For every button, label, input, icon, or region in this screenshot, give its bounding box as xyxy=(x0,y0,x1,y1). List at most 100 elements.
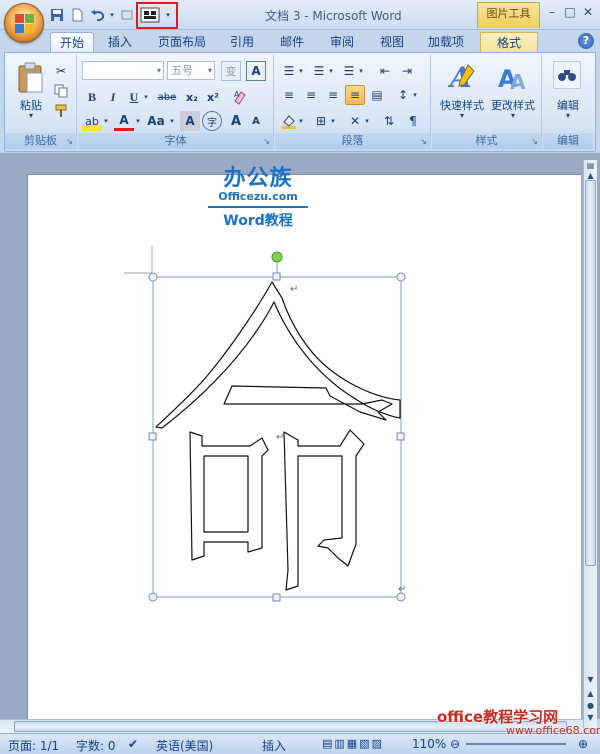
distributed-icon[interactable]: ▤ xyxy=(367,85,387,105)
ribbon: 粘贴 ▾ ✂ 剪贴板 ↘ ▾ 五号 ▾ 变 A B I U ▾ abe x₂ x… xyxy=(4,52,596,152)
paste-dropdown-icon[interactable]: ▾ xyxy=(11,111,51,120)
tab-format[interactable]: 格式 xyxy=(480,32,538,52)
bold-button[interactable]: B xyxy=(82,87,102,107)
multilevel-dropdown-icon[interactable]: ▾ xyxy=(357,61,365,81)
align-left-icon[interactable]: ≡ xyxy=(279,85,299,105)
previous-page-icon[interactable]: ▲ xyxy=(584,688,597,700)
vertical-scrollbar[interactable]: ▤ ▲ ▼ ▲ ● ▼ xyxy=(583,160,597,728)
highlight-dropdown-icon[interactable]: ▾ xyxy=(102,111,110,131)
font-color-button[interactable]: A xyxy=(114,111,134,131)
justify-icon[interactable]: ≡ xyxy=(345,85,365,105)
grow-font-button[interactable]: A xyxy=(226,111,246,131)
font-color-dropdown-icon[interactable]: ▾ xyxy=(134,111,142,131)
show-marks-icon[interactable]: ¶ xyxy=(403,111,423,131)
find-binoculars-icon[interactable] xyxy=(553,61,581,89)
zoom-out-icon[interactable]: ⊖ xyxy=(450,737,460,751)
enclose-characters-button[interactable]: 字 xyxy=(202,111,222,131)
undo-dropdown-icon[interactable]: ▾ xyxy=(108,6,116,24)
bullets-dropdown-icon[interactable]: ▾ xyxy=(297,61,305,81)
character-shading-button[interactable]: A xyxy=(180,111,200,131)
superscript-button[interactable]: x² xyxy=(203,87,223,107)
chinese-layout-dropdown-icon[interactable]: ▾ xyxy=(363,111,371,131)
tab-add-ins[interactable]: 加载项 xyxy=(420,32,472,52)
office-button[interactable] xyxy=(4,3,44,43)
page-count[interactable]: 页面: 1/1 xyxy=(8,737,59,754)
multilevel-list-icon[interactable]: ☰ xyxy=(339,61,359,81)
underline-dropdown-icon[interactable]: ▾ xyxy=(142,87,150,107)
shrink-font-button[interactable]: A xyxy=(246,111,266,131)
shading-icon[interactable] xyxy=(279,111,299,131)
tab-insert[interactable]: 插入 xyxy=(100,32,140,52)
save-icon[interactable] xyxy=(48,6,66,24)
change-case-button[interactable]: Aa xyxy=(144,111,168,131)
clear-format-icon[interactable]: A xyxy=(230,87,250,107)
word-count[interactable]: 字数: 0 xyxy=(76,737,116,754)
tab-view[interactable]: 视图 xyxy=(372,32,412,52)
help-icon[interactable]: ? xyxy=(578,33,594,49)
clipboard-launcher-icon[interactable]: ↘ xyxy=(66,137,73,146)
copy-icon[interactable] xyxy=(51,81,71,101)
change-case-dropdown-icon[interactable]: ▾ xyxy=(168,111,176,131)
italic-button[interactable]: I xyxy=(103,87,123,107)
paste-icon[interactable] xyxy=(17,61,45,95)
select-browse-object-icon[interactable]: ● xyxy=(584,700,597,712)
tab-review[interactable]: 审阅 xyxy=(322,32,362,52)
change-styles-dropdown-icon[interactable]: ▾ xyxy=(486,111,540,120)
next-page-icon[interactable]: ▼ xyxy=(584,712,597,724)
tab-home[interactable]: 开始 xyxy=(50,32,94,52)
decrease-indent-icon[interactable]: ⇤ xyxy=(375,61,395,81)
shading-dropdown-icon[interactable]: ▾ xyxy=(297,111,305,131)
borders-icon[interactable]: ⊞ xyxy=(311,111,331,131)
zoom-in-icon[interactable]: ⊕ xyxy=(578,737,588,751)
insert-mode-indicator[interactable]: 插入 xyxy=(262,737,286,754)
close-button[interactable]: ✕ xyxy=(580,4,596,20)
change-styles-icon[interactable]: AA xyxy=(496,59,528,93)
phonetic-guide-button[interactable]: 变 xyxy=(221,61,241,81)
document-page[interactable] xyxy=(27,174,581,719)
clipboard-group: 粘贴 ▾ ✂ 剪贴板 ↘ xyxy=(5,55,77,149)
line-spacing-dropdown-icon[interactable]: ▾ xyxy=(411,85,419,105)
proofing-icon[interactable]: ✔ xyxy=(128,737,138,751)
subscript-button[interactable]: x₂ xyxy=(182,87,202,107)
increase-indent-icon[interactable]: ⇥ xyxy=(397,61,417,81)
tab-page-layout[interactable]: 页面布局 xyxy=(150,32,214,52)
font-size-combo[interactable]: 五号 ▾ xyxy=(167,61,215,80)
tab-mailings[interactable]: 邮件 xyxy=(272,32,312,52)
editing-dropdown-icon[interactable]: ▾ xyxy=(545,111,591,120)
zoom-slider[interactable] xyxy=(466,743,566,745)
minimize-button[interactable]: – xyxy=(544,4,560,20)
numbering-dropdown-icon[interactable]: ▾ xyxy=(327,61,335,81)
align-right-icon[interactable]: ≡ xyxy=(323,85,343,105)
cut-icon[interactable]: ✂ xyxy=(51,61,71,81)
character-border-button[interactable]: A xyxy=(246,61,266,81)
new-document-icon[interactable] xyxy=(68,6,86,24)
scroll-down-icon[interactable]: ▼ xyxy=(584,674,597,686)
font-name-dropdown-icon[interactable]: ▾ xyxy=(157,62,161,79)
chinese-layout-icon[interactable]: ✕ xyxy=(345,111,365,131)
tab-references[interactable]: 引用 xyxy=(222,32,262,52)
styles-launcher-icon[interactable]: ↘ xyxy=(531,137,538,146)
sort-icon[interactable]: ⇅ xyxy=(379,111,399,131)
quick-styles-icon[interactable]: A xyxy=(446,59,478,93)
line-spacing-icon[interactable]: ↕ xyxy=(393,85,413,105)
align-center-icon[interactable]: ≡ xyxy=(301,85,321,105)
borders-dropdown-icon[interactable]: ▾ xyxy=(329,111,337,131)
font-name-combo[interactable]: ▾ xyxy=(82,61,164,80)
repeat-icon[interactable] xyxy=(118,6,136,24)
maximize-button[interactable]: □ xyxy=(562,4,578,20)
underline-button[interactable]: U xyxy=(124,87,144,107)
language-indicator[interactable]: 英语(美国) xyxy=(156,737,213,754)
bullets-icon[interactable]: ☰ xyxy=(279,61,299,81)
paragraph-launcher-icon[interactable]: ↘ xyxy=(420,137,427,146)
highlight-button[interactable]: ab xyxy=(82,111,102,131)
vertical-scroll-thumb[interactable] xyxy=(585,180,596,566)
strikethrough-button[interactable]: abe xyxy=(154,87,180,107)
font-launcher-icon[interactable]: ↘ xyxy=(263,137,270,146)
quick-styles-dropdown-icon[interactable]: ▾ xyxy=(434,111,490,120)
font-size-dropdown-icon[interactable]: ▾ xyxy=(208,62,212,79)
undo-icon[interactable] xyxy=(88,6,106,24)
zoom-level[interactable]: 110% xyxy=(412,737,446,751)
numbering-icon[interactable]: ☰ xyxy=(309,61,329,81)
format-painter-icon[interactable] xyxy=(51,101,71,121)
view-buttons[interactable]: ▤▥▦▧▨ xyxy=(322,737,384,750)
